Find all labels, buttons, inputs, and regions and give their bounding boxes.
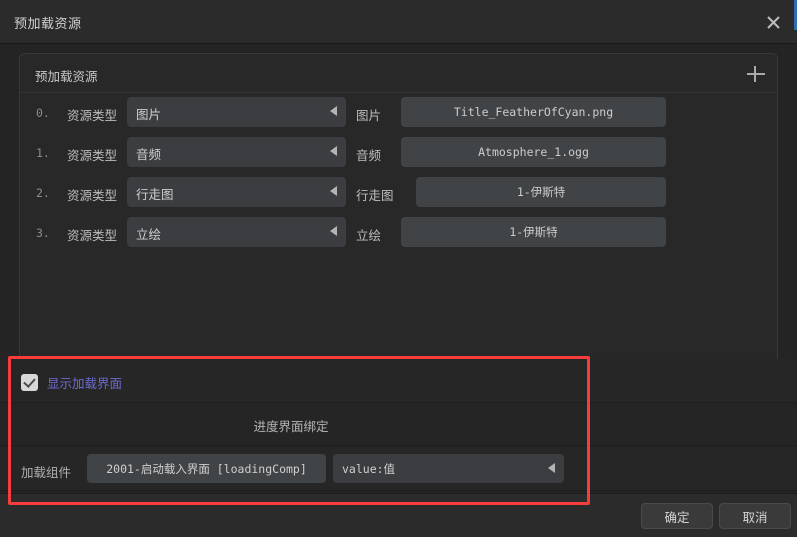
row-asset-button[interactable]: Title_FeatherOfCyan.png	[401, 97, 666, 127]
chevron-left-icon	[548, 463, 555, 473]
dialog-footer: 确定 取消	[0, 493, 797, 537]
dialog-title: 预加载资源	[14, 16, 82, 31]
row-type-label: 资源类型	[67, 149, 118, 163]
row-type-dropdown[interactable]: 立绘	[127, 217, 346, 247]
row-asset-value: 1-伊斯特	[516, 185, 566, 199]
row-type-value: 图片	[136, 108, 162, 122]
row-type-label: 资源类型	[67, 189, 118, 203]
chevron-left-icon	[330, 186, 337, 196]
show-loading-strip: 显示加载界面	[0, 359, 797, 403]
row-asset-button[interactable]: Atmosphere_1.ogg	[401, 137, 666, 167]
row-index: 3.	[36, 226, 50, 240]
row-asset-value: 1-伊斯特	[509, 225, 558, 239]
preload-row-list: 0. 资源类型 图片 图片 Title_FeatherOfCyan.png 1.…	[20, 93, 777, 253]
chevron-left-icon	[330, 226, 337, 236]
loading-property-dropdown[interactable]: value:值	[333, 454, 564, 483]
checkmark-icon	[21, 374, 38, 391]
row-type-label: 资源类型	[67, 109, 118, 123]
row-asset-button[interactable]: 1-伊斯特	[416, 177, 666, 207]
loading-property-value: value:值	[342, 462, 396, 476]
chevron-left-icon	[330, 106, 337, 116]
show-loading-checkbox[interactable]: 显示加载界面	[21, 373, 122, 392]
preload-panel: 预加载资源 0. 资源类型 图片 图片 Title_FeatherOfCyan.…	[19, 53, 778, 365]
plus-icon[interactable]	[745, 63, 767, 85]
row-type-value: 行走图	[136, 188, 174, 202]
row-asset-button[interactable]: 1-伊斯特	[401, 217, 666, 247]
row-asset-label: 行走图	[356, 189, 394, 203]
dialog-titlebar: 预加载资源	[0, 0, 797, 44]
row-type-dropdown[interactable]: 音频	[127, 137, 346, 167]
row-type-label: 资源类型	[67, 229, 118, 243]
row-type-value: 立绘	[136, 228, 162, 242]
chevron-left-icon	[330, 146, 337, 156]
table-row: 2. 资源类型 行走图 行走图 1-伊斯特	[20, 173, 777, 213]
loading-component-label: 加载组件	[21, 466, 72, 480]
row-asset-label: 图片	[356, 109, 382, 123]
cancel-button[interactable]: 取消	[719, 503, 791, 529]
show-loading-label: 显示加载界面	[47, 377, 123, 391]
loading-component-strip: 加载组件 2001-启动载入界面 [loadingComp] value:值	[0, 447, 797, 491]
loading-component-value: 2001-启动载入界面 [loadingComp]	[106, 461, 307, 476]
progress-bind-strip: 进度界面绑定	[0, 404, 797, 446]
close-icon[interactable]	[757, 7, 789, 37]
row-asset-label: 音频	[356, 149, 382, 163]
row-asset-label: 立绘	[356, 229, 382, 243]
confirm-button[interactable]: 确定	[641, 503, 713, 529]
preload-panel-header: 预加载资源	[20, 54, 777, 93]
preload-resource-dialog: 预加载资源 预加载资源 0. 资源类型 图片 图片 Title_FeatherO…	[0, 0, 797, 537]
row-index: 1.	[36, 146, 50, 160]
row-asset-value: Title_FeatherOfCyan.png	[453, 105, 614, 119]
progress-bind-title: 进度界面绑定	[253, 420, 329, 434]
loading-component-button[interactable]: 2001-启动载入界面 [loadingComp]	[87, 454, 326, 483]
row-type-dropdown[interactable]: 图片	[127, 97, 346, 127]
row-asset-value: Atmosphere_1.ogg	[478, 145, 589, 159]
row-type-dropdown[interactable]: 行走图	[127, 177, 346, 207]
table-row: 1. 资源类型 音频 音频 Atmosphere_1.ogg	[20, 133, 777, 173]
row-type-value: 音频	[136, 148, 162, 162]
row-index: 0.	[36, 106, 50, 120]
table-row: 0. 资源类型 图片 图片 Title_FeatherOfCyan.png	[20, 93, 777, 133]
preload-panel-title: 预加载资源	[35, 70, 98, 84]
table-row: 3. 资源类型 立绘 立绘 1-伊斯特	[20, 213, 777, 253]
row-index: 2.	[36, 186, 50, 200]
